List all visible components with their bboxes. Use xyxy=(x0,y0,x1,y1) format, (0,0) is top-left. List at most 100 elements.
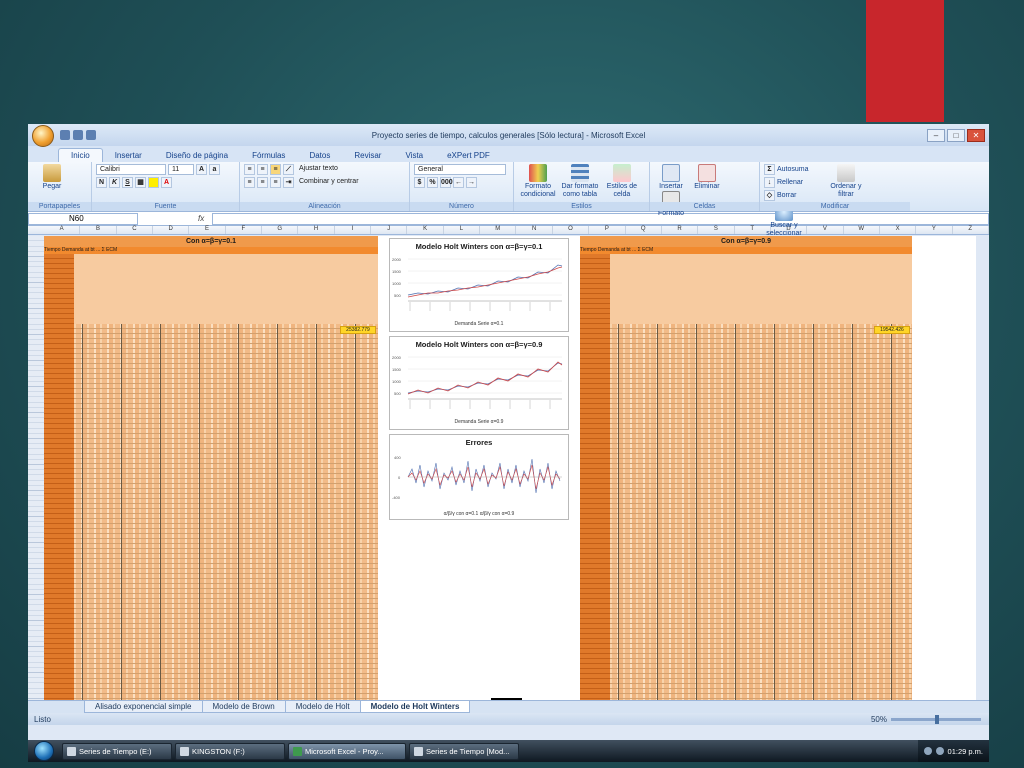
font-color-icon[interactable]: A xyxy=(161,177,172,188)
percent-icon[interactable]: % xyxy=(427,177,438,188)
italic-button[interactable]: K xyxy=(109,177,120,188)
ecm-cell[interactable]: 19542.426 xyxy=(874,326,910,334)
column-header[interactable]: I xyxy=(335,226,372,234)
column-header[interactable]: X xyxy=(880,226,917,234)
tab-insertar[interactable]: Insertar xyxy=(103,149,154,162)
bold-button[interactable]: N xyxy=(96,177,107,188)
font-size-combo[interactable]: 11 xyxy=(168,164,194,175)
column-header[interactable]: E xyxy=(189,226,226,234)
shrink-font-icon[interactable]: a xyxy=(209,164,220,175)
paste-button[interactable]: Pegar xyxy=(32,164,72,191)
undo-icon[interactable] xyxy=(73,130,83,140)
decrease-decimal-icon[interactable]: → xyxy=(466,177,477,188)
column-header[interactable]: W xyxy=(844,226,880,234)
formula-input[interactable] xyxy=(212,212,989,225)
column-header[interactable]: K xyxy=(407,226,444,234)
tab-vista[interactable]: Vista xyxy=(393,149,435,162)
column-header[interactable]: Y xyxy=(916,226,953,234)
fill-icon[interactable]: ↓ xyxy=(764,177,775,188)
grow-font-icon[interactable]: A xyxy=(196,164,207,175)
taskbar-item-excel[interactable]: Microsoft Excel - Proy... xyxy=(288,742,406,760)
tab-revisar[interactable]: Revisar xyxy=(342,149,393,162)
chart-errores[interactable]: Errores 400 0 -400 α/β/γ con α=0.1 α/β/γ c… xyxy=(389,434,569,520)
zoom-slider[interactable] xyxy=(891,714,981,724)
taskbar-item-series-mod[interactable]: Series de Tiempo [Mod... xyxy=(409,742,519,760)
sheet-tab-holt-winters[interactable]: Modelo de Holt Winters xyxy=(359,701,471,713)
start-button[interactable] xyxy=(34,741,54,761)
worksheet-grid[interactable]: Con α=β=γ=0.1 Tiempo Demanda at bt ... Σ… xyxy=(28,236,976,700)
increase-decimal-icon[interactable]: ← xyxy=(453,177,464,188)
column-header[interactable]: Z xyxy=(953,226,989,234)
chart-holt-winters-01[interactable]: Modelo Holt Winters con α=β=γ=0.1 2000 15… xyxy=(389,238,569,332)
column-header[interactable]: F xyxy=(226,226,263,234)
column-header[interactable]: Q xyxy=(626,226,662,234)
zoom-level[interactable]: 50% xyxy=(871,715,887,724)
redo-icon[interactable] xyxy=(86,130,96,140)
autosum-button[interactable]: Autosuma xyxy=(777,166,809,173)
name-box[interactable]: N60 xyxy=(28,212,138,225)
zoom-thumb[interactable] xyxy=(935,714,939,724)
save-icon[interactable] xyxy=(60,130,70,140)
column-header[interactable]: B xyxy=(80,226,117,234)
autosum-icon[interactable]: Σ xyxy=(764,164,775,175)
minimize-button[interactable]: – xyxy=(927,128,945,142)
clock[interactable]: 01:29 p.m. xyxy=(948,747,983,756)
orientation-icon[interactable]: ⟋ xyxy=(283,164,294,175)
delete-cells-button[interactable]: Eliminar xyxy=(690,164,724,191)
sheet-tab-alisado[interactable]: Alisado exponencial simple xyxy=(84,701,203,713)
tab-expert-pdf[interactable]: eXPert PDF xyxy=(435,149,502,162)
tab-diseno-pagina[interactable]: Diseño de página xyxy=(154,149,240,162)
align-bottom-icon[interactable]: ≡ xyxy=(270,164,281,175)
column-header[interactable]: O xyxy=(553,226,590,234)
fill-color-icon[interactable] xyxy=(148,177,159,188)
indent-icon[interactable]: ⇥ xyxy=(283,177,294,188)
office-button[interactable] xyxy=(32,125,54,147)
volume-icon[interactable] xyxy=(935,747,944,755)
clear-icon[interactable]: ◇ xyxy=(764,190,775,201)
column-header[interactable]: V xyxy=(807,226,844,234)
column-header[interactable]: C xyxy=(117,226,154,234)
cell-styles-button[interactable]: Estilos de celda xyxy=(602,164,642,199)
taskbar-item-series-e[interactable]: Series de Tiempo (E:) xyxy=(62,742,172,760)
column-header[interactable]: J xyxy=(371,226,408,234)
align-top-icon[interactable]: ≡ xyxy=(244,164,255,175)
column-header[interactable]: N xyxy=(516,226,553,234)
insert-function-icon[interactable]: fx xyxy=(198,214,204,223)
maximize-button[interactable]: □ xyxy=(947,128,965,142)
font-name-combo[interactable]: Calibri xyxy=(96,164,166,175)
sort-filter-button[interactable]: Ordenar y filtrar xyxy=(826,164,866,199)
column-header[interactable]: D xyxy=(153,226,190,234)
taskbar-item-kingston[interactable]: KINGSTON (F:) xyxy=(175,742,285,760)
clear-button[interactable]: Borrar xyxy=(777,192,796,199)
conditional-format-button[interactable]: Formato condicional xyxy=(518,164,558,199)
currency-icon[interactable]: $ xyxy=(414,177,425,188)
sheet-tab-holt[interactable]: Modelo de Holt xyxy=(284,701,361,713)
thousands-icon[interactable]: 000 xyxy=(440,177,453,188)
sheet-tab-brown[interactable]: Modelo de Brown xyxy=(201,701,286,713)
column-header[interactable]: M xyxy=(480,226,517,234)
align-center-icon[interactable]: ≡ xyxy=(257,177,268,188)
chart-holt-winters-09[interactable]: Modelo Holt Winters con α=β=γ=0.9 2000 15… xyxy=(389,336,569,430)
column-header[interactable]: H xyxy=(298,226,335,234)
column-header[interactable]: S xyxy=(698,226,735,234)
number-format-combo[interactable]: General xyxy=(414,164,506,175)
column-header[interactable]: R xyxy=(662,226,699,234)
column-header[interactable]: G xyxy=(262,226,299,234)
network-icon[interactable] xyxy=(923,747,932,755)
ecm-cell[interactable]: 25382.779 xyxy=(340,326,376,334)
column-header[interactable]: P xyxy=(589,226,626,234)
merge-center-button[interactable]: Combinar y centrar xyxy=(296,177,376,188)
align-left-icon[interactable]: ≡ xyxy=(244,177,255,188)
tab-inicio[interactable]: Inicio xyxy=(58,148,103,162)
insert-cells-button[interactable]: Insertar xyxy=(654,164,688,191)
format-table-button[interactable]: Dar formato como tabla xyxy=(560,164,600,199)
close-button[interactable]: ✕ xyxy=(967,128,985,142)
borders-icon[interactable]: ▦ xyxy=(135,177,146,188)
column-header[interactable]: L xyxy=(444,226,481,234)
underline-button[interactable]: S xyxy=(122,177,133,188)
align-middle-icon[interactable]: ≡ xyxy=(257,164,268,175)
tab-formulas[interactable]: Fórmulas xyxy=(240,149,297,162)
tab-datos[interactable]: Datos xyxy=(297,149,342,162)
align-right-icon[interactable]: ≡ xyxy=(270,177,281,188)
wrap-text-button[interactable]: Ajustar texto xyxy=(296,164,368,175)
